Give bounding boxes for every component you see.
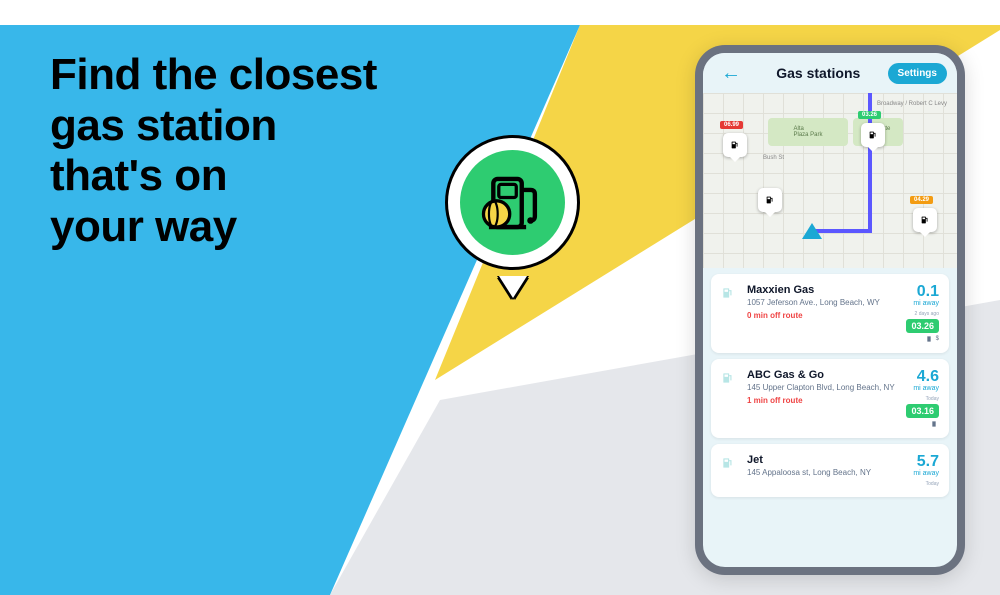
distance-unit: mi away xyxy=(913,385,939,392)
back-button[interactable]: ← xyxy=(713,58,749,89)
station-distance: 5.7 xyxy=(917,454,939,470)
gas-station-pin[interactable] xyxy=(723,133,747,157)
price-age: 2 days ago xyxy=(915,311,939,317)
phone-frame: ← Gas stations Settings AltaPlaza Park L… xyxy=(695,45,965,575)
price-tag: 04.29 xyxy=(910,196,933,204)
gas-station-pin[interactable] xyxy=(758,188,782,212)
station-address: 145 Appaloosa st, Long Beach, NY xyxy=(747,468,905,478)
gas-pin-badge xyxy=(445,135,580,300)
distance-unit: mi away xyxy=(913,470,939,477)
price-sub: $ xyxy=(926,335,939,343)
station-distance: 4.6 xyxy=(917,369,939,385)
price-sub xyxy=(931,420,939,428)
route-deviation: 1 min off route xyxy=(747,396,898,405)
station-list[interactable]: Maxxien Gas 1057 Jeferson Ave., Long Bea… xyxy=(703,268,957,567)
map-view[interactable]: AltaPlaza Park LafayettePark Broadway / … xyxy=(703,93,957,268)
page-title: Gas stations xyxy=(776,65,860,81)
gas-station-pin[interactable] xyxy=(861,123,885,147)
station-card[interactable]: Maxxien Gas 1057 Jeferson Ave., Long Bea… xyxy=(711,274,949,353)
map-park-label: AltaPlaza Park xyxy=(768,118,848,146)
station-name: Maxxien Gas xyxy=(747,284,898,296)
gas-pump-icon xyxy=(721,454,739,487)
settings-button[interactable]: Settings xyxy=(888,63,947,84)
station-address: 1057 Jeferson Ave., Long Beach, WY xyxy=(747,298,898,308)
price-age: Today xyxy=(926,481,939,487)
distance-unit: mi away xyxy=(913,300,939,307)
station-card[interactable]: Jet 145 Appaloosa st, Long Beach, NY 5.7… xyxy=(711,444,949,497)
fuel-price: 03.26 xyxy=(906,319,939,333)
gas-station-pin[interactable] xyxy=(913,208,937,232)
station-name: Jet xyxy=(747,454,905,466)
station-card[interactable]: ABC Gas & Go 145 Upper Clapton Blvd, Lon… xyxy=(711,359,949,438)
route-deviation: 0 min off route xyxy=(747,311,898,320)
gas-pump-icon xyxy=(721,284,739,343)
gas-pump-icon xyxy=(478,168,548,238)
current-location-cursor xyxy=(802,223,822,239)
price-tag: 03.26 xyxy=(858,111,881,119)
phone-screen: ← Gas stations Settings AltaPlaza Park L… xyxy=(703,53,957,567)
station-name: ABC Gas & Go xyxy=(747,369,898,381)
app-header: ← Gas stations Settings xyxy=(703,53,957,93)
headline-text: Find the closestgas stationthat's onyour… xyxy=(50,50,377,252)
price-tag: 06.99 xyxy=(720,121,743,129)
fuel-price: 03.16 xyxy=(906,404,939,418)
gas-pump-icon xyxy=(721,369,739,428)
map-street-label: Bush St xyxy=(763,155,784,161)
map-street-label: Broadway / Robert C Levy xyxy=(877,101,947,107)
price-age: Today xyxy=(926,396,939,402)
station-address: 145 Upper Clapton Blvd, Long Beach, NY xyxy=(747,383,898,393)
station-distance: 0.1 xyxy=(917,284,939,300)
